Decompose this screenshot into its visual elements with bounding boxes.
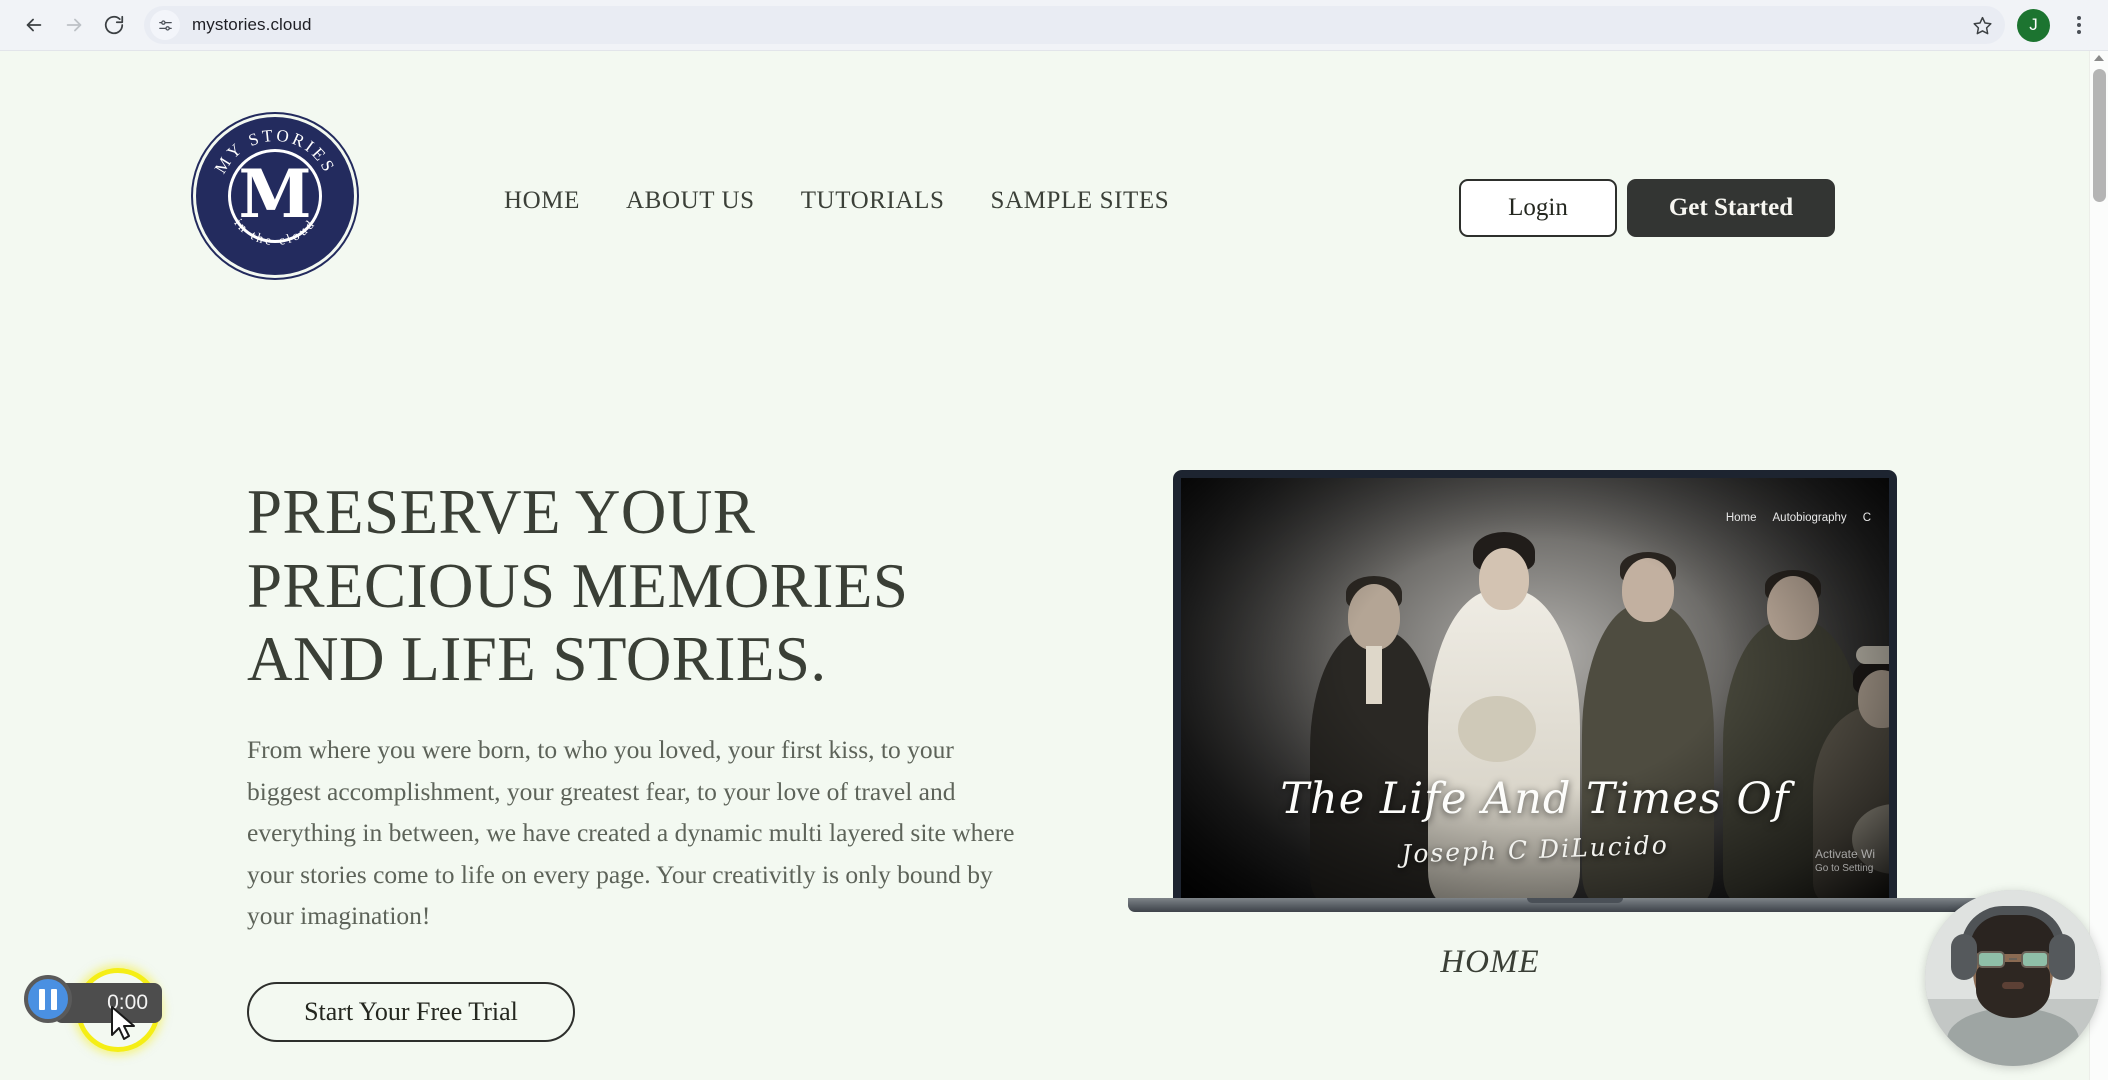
watermark-line-1: Activate Wi [1814,847,1875,861]
laptop-base [1128,898,2022,912]
laptop-mockup: Home Autobiography C The Life And Times … [1128,470,2022,912]
webcam-lens-right [2021,950,2049,968]
presenter-webcam[interactable] [1925,890,2101,1066]
mockup-nav-home[interactable]: Home [1726,512,1757,524]
hero-title-line-1: PRESERVE YOUR [247,477,756,547]
mockup-screen-title: The Life And Times Of [1280,774,1790,824]
page-settings-icon[interactable] [150,10,180,40]
webcam-headphone-cup-left [1951,934,1977,980]
webcam-glasses-bridge [2009,958,2017,960]
pause-icon[interactable] [24,975,72,1023]
main-navigation: HOME ABOUT US TUTORIALS SAMPLE SITES [504,187,1169,215]
hero-content: PRESERVE YOUR PRECIOUS MEMORIES AND LIFE… [247,476,1037,1042]
laptop-screen: Home Autobiography C The Life And Times … [1181,478,1889,902]
webcam-beard [1976,962,2050,1018]
site-header: MY STORIES in the cloud M HOME ABOUT US … [0,51,2089,301]
site-logo[interactable]: MY STORIES in the cloud M [196,117,354,275]
hero-title-line-3: AND LIFE STORIES. [247,624,827,695]
webcam-lens-left [1977,950,2005,968]
mockup-nav-autobiography[interactable]: Autobiography [1773,512,1847,524]
mockup-caption: HOME [1440,944,1540,980]
screen-recorder-controls: 0:00 [24,975,162,1023]
profile-avatar[interactable]: J [2017,8,2050,42]
hero-title-line-2: PRECIOUS MEMORIES [247,550,909,621]
laptop-notch [1527,898,1623,903]
glasses-icon [1977,950,2049,968]
star-icon[interactable] [1967,10,1997,40]
nav-item-tutorials[interactable]: TUTORIALS [801,187,945,215]
address-bar-url: mystories.cloud [192,15,312,34]
nav-item-sample-sites[interactable]: SAMPLE SITES [991,187,1170,215]
header-actions: Login Get Started [1459,179,1835,237]
mouse-cursor-icon [111,1006,135,1040]
browser-toolbar: mystories.cloud J [0,0,2108,51]
hero-paragraph: From where you were born, to who you lov… [247,735,1015,931]
activate-windows-watermark: Activate Wi Go to Setting [1815,847,1875,874]
scrollbar-up-arrow-icon[interactable] [2094,55,2104,61]
back-arrow-icon[interactable] [14,5,54,45]
watermark-line-2: Go to Setting [1814,863,1874,874]
logo-letter: M [238,155,312,234]
webcam-headphone-cup-right [2049,934,2075,980]
start-free-trial-button[interactable]: Start Your Free Trial [247,981,575,1042]
mockup-screen-nav: Home Autobiography C [1726,512,1871,524]
scrollbar-thumb[interactable] [2093,69,2106,202]
kebab-menu-icon[interactable] [2064,8,2094,42]
nav-item-about-us[interactable]: ABOUT US [626,187,755,215]
webcam-mouth [2002,982,2024,989]
mockup-nav-truncated[interactable]: C [1863,512,1871,524]
web-page: MY STORIES in the cloud M HOME ABOUT US … [0,51,2108,1080]
page-title: PRESERVE YOUR PRECIOUS MEMORIES AND LIFE… [247,476,1037,697]
reload-icon[interactable] [94,5,134,45]
get-started-button[interactable]: Get Started [1627,179,1835,237]
nav-item-home[interactable]: HOME [504,187,580,215]
login-button[interactable]: Login [1459,179,1617,237]
address-bar[interactable]: mystories.cloud [144,6,2005,44]
laptop-body: Home Autobiography C The Life And Times … [1173,470,1897,902]
forward-arrow-icon[interactable] [54,5,94,45]
